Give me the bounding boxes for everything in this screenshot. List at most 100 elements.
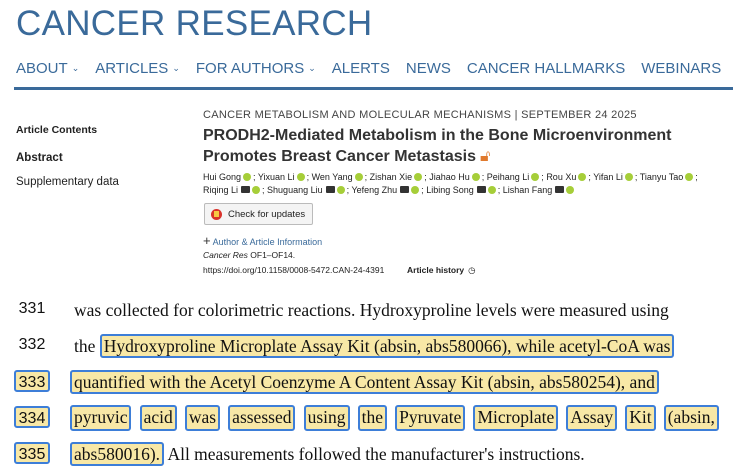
orcid-icon[interactable] xyxy=(566,186,575,194)
orcid-icon[interactable] xyxy=(296,173,305,181)
author[interactable]: Libing Song xyxy=(426,185,474,195)
mail-icon[interactable] xyxy=(400,186,410,193)
orcid-icon[interactable] xyxy=(336,186,345,194)
check-for-updates-label: Check for updates xyxy=(228,208,306,220)
nav-news[interactable]: NEWS xyxy=(406,60,451,77)
nav-cancer-hallmarks[interactable]: CANCER HALLMARKS xyxy=(467,60,625,77)
open-access-icon: 🔓︎ xyxy=(480,148,491,165)
highlighted-text[interactable]: Hydroxyproline Microplate Assay Kit (abs… xyxy=(99,334,675,358)
mail-icon[interactable] xyxy=(476,186,486,193)
article-title: PRODH2-Mediated Metabolism in the Bone M… xyxy=(203,125,713,167)
line-text[interactable]: was collected for colorimetric reactions… xyxy=(74,297,719,323)
header-divider xyxy=(14,87,733,90)
chevron-down-icon: ⌄ xyxy=(308,63,316,73)
author[interactable]: Rou Xu xyxy=(546,172,576,182)
clock-icon: ◷ xyxy=(468,265,476,275)
highlighted-word[interactable]: Microplate xyxy=(473,405,559,431)
orcid-icon[interactable] xyxy=(531,173,540,181)
line-text[interactable]: pyruvic acid was assessed using the Pyru… xyxy=(70,405,719,431)
orcid-icon[interactable] xyxy=(252,186,261,194)
mail-icon[interactable] xyxy=(555,186,565,193)
plain-text: All measurements followed the manufactur… xyxy=(164,444,585,464)
manuscript-line: 333 quantified with the Acetyl Coenzyme … xyxy=(0,366,733,398)
highlighted-word[interactable]: acid xyxy=(139,405,177,431)
plain-text: the xyxy=(74,336,100,356)
author[interactable]: Hui Gong xyxy=(203,172,241,182)
manuscript-line: 332 the Hydroxyproline Microplate Assay … xyxy=(0,330,733,362)
orcid-icon[interactable] xyxy=(243,173,252,181)
author-article-info-label: Author & Article Information xyxy=(212,237,323,247)
author[interactable]: Wen Yang xyxy=(312,172,353,182)
line-number: 332 xyxy=(18,336,46,353)
highlighted-text[interactable]: abs580016). xyxy=(70,442,165,466)
line-number-highlighted[interactable]: 334 xyxy=(14,406,50,428)
author[interactable]: Tianyu Tao xyxy=(640,172,684,182)
citation-pages: OF1–OF14. xyxy=(250,250,296,260)
author-article-info-toggle[interactable]: + Author & Article Information xyxy=(203,233,322,248)
nav-alerts[interactable]: ALERTS xyxy=(332,60,390,77)
nav-for-authors[interactable]: FOR AUTHORS ⌄ xyxy=(196,60,316,77)
nav-articles-label: ARTICLES xyxy=(95,60,169,77)
line-number: 331 xyxy=(18,300,46,317)
main-nav: ABOUT ⌄ ARTICLES ⌄ FOR AUTHORS ⌄ ALERTS NEW… xyxy=(16,60,733,77)
mail-icon[interactable] xyxy=(241,186,251,193)
line-text[interactable]: the Hydroxyproline Microplate Assay Kit … xyxy=(74,333,719,359)
orcid-icon[interactable] xyxy=(471,173,480,181)
line-number-highlighted[interactable]: 333 xyxy=(14,370,50,392)
highlighted-word[interactable]: (absin, xyxy=(663,405,719,431)
highlighted-word[interactable]: Pyruvate xyxy=(395,405,466,431)
author[interactable]: Lishan Fang xyxy=(503,185,553,195)
chevron-down-icon: ⌄ xyxy=(172,63,180,73)
author[interactable]: Zishan Xie xyxy=(370,172,413,182)
mail-icon[interactable] xyxy=(325,186,335,193)
site-logo[interactable]: CANCER RESEARCH xyxy=(16,4,373,44)
manuscript-excerpt: 331 was collected for colorimetric react… xyxy=(0,288,733,471)
highlighted-word[interactable]: Kit xyxy=(625,405,656,431)
author[interactable]: Yixuan Li xyxy=(258,172,295,182)
highlighted-word[interactable]: pyruvic xyxy=(70,405,132,431)
highlighted-word[interactable]: Assay xyxy=(566,405,618,431)
check-for-updates-button[interactable]: Check for updates xyxy=(204,203,313,225)
article-contents-heading: Article Contents xyxy=(16,124,98,136)
article-category: CANCER METABOLISM AND MOLECULAR MECHANIS… xyxy=(203,109,637,121)
line-text[interactable]: abs580016). All measurements followed th… xyxy=(70,441,719,467)
author[interactable]: Shuguang Liu xyxy=(267,185,323,195)
doi-link[interactable]: https://doi.org/10.1158/0008-5472.CAN-24… xyxy=(203,265,384,275)
highlighted-word[interactable]: using xyxy=(303,405,350,431)
author[interactable]: Peihang Li xyxy=(487,172,530,182)
line-text[interactable]: quantified with the Acetyl Coenzyme A Co… xyxy=(70,369,719,395)
article-title-text: PRODH2-Mediated Metabolism in the Bone M… xyxy=(203,127,672,165)
author[interactable]: Riqing Li xyxy=(203,185,238,195)
nav-about-label: ABOUT xyxy=(16,60,68,77)
orcid-icon[interactable] xyxy=(354,173,363,181)
orcid-icon[interactable] xyxy=(414,173,423,181)
orcid-icon[interactable] xyxy=(411,186,420,194)
author[interactable]: Yifan Li xyxy=(593,172,623,182)
line-number-highlighted[interactable]: 335 xyxy=(14,442,50,464)
sidebar-item-abstract[interactable]: Abstract xyxy=(16,152,63,164)
nav-about[interactable]: ABOUT ⌄ xyxy=(16,60,79,77)
citation: Cancer Res OF1–OF14. xyxy=(203,250,295,260)
author[interactable]: Jiahao Hu xyxy=(429,172,470,182)
journal-name: Cancer Res xyxy=(203,250,248,260)
article-history-toggle[interactable]: Article history ◷ xyxy=(407,265,476,276)
article-history-label: Article history xyxy=(407,265,465,275)
highlighted-word[interactable]: was xyxy=(184,405,221,431)
crossmark-icon xyxy=(211,208,222,220)
highlighted-word[interactable]: the xyxy=(357,405,388,431)
orcid-icon[interactable] xyxy=(487,186,496,194)
author-list: Hui Gong; Yixuan Li; Wen Yang; Zishan Xi… xyxy=(203,172,698,195)
author[interactable]: Yefeng Zhu xyxy=(351,185,397,195)
highlighted-text[interactable]: quantified with the Acetyl Coenzyme A Co… xyxy=(70,370,659,394)
orcid-icon[interactable] xyxy=(624,173,633,181)
highlighted-word[interactable]: assessed xyxy=(228,405,296,431)
nav-webinars[interactable]: WEBINARS xyxy=(641,60,721,77)
manuscript-line: 334 pyruvic acid was assessed using the … xyxy=(0,402,733,434)
manuscript-line: 335 abs580016). All measurements followe… xyxy=(0,438,733,470)
orcid-icon[interactable] xyxy=(685,173,694,181)
plus-icon: + xyxy=(203,233,211,248)
nav-articles[interactable]: ARTICLES ⌄ xyxy=(95,60,180,77)
nav-for-authors-label: FOR AUTHORS xyxy=(195,60,305,77)
sidebar-item-supplementary[interactable]: Supplementary data xyxy=(16,176,119,188)
orcid-icon[interactable] xyxy=(578,173,587,181)
